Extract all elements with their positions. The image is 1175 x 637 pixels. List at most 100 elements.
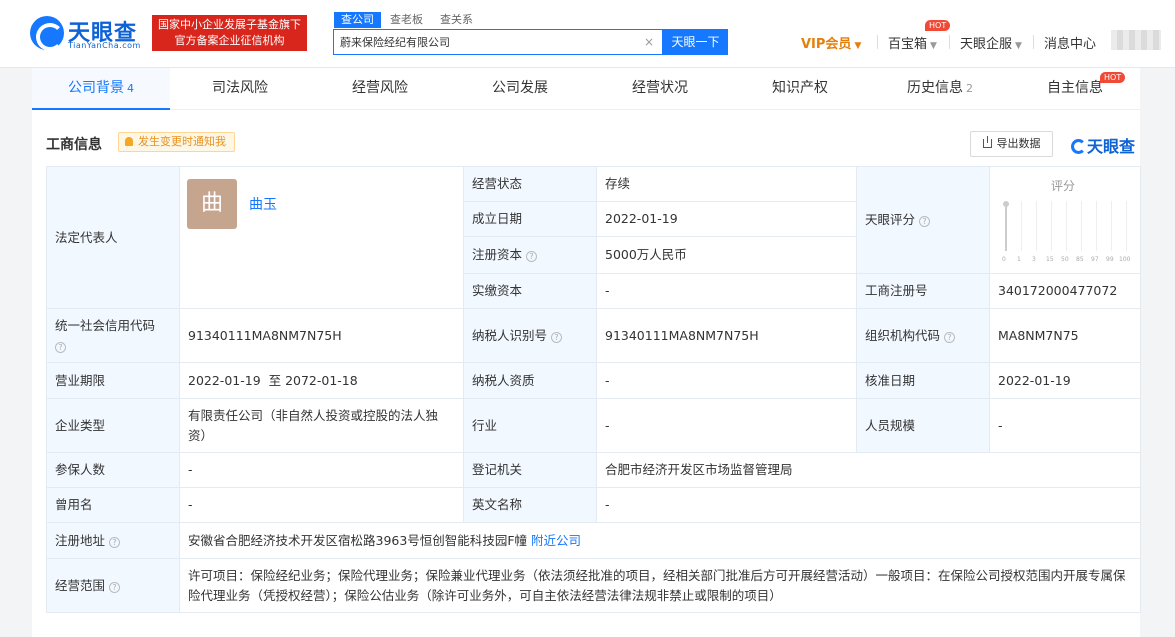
biz-reg-no-label: 工商注册号: [856, 273, 990, 309]
tick-label: 1: [1017, 256, 1021, 263]
vip-label: VIP会员: [801, 37, 852, 52]
tab-count: 2: [966, 82, 973, 95]
search-input[interactable]: [340, 30, 640, 54]
former-name-value: -: [179, 487, 464, 523]
help-icon[interactable]: ?: [944, 331, 956, 343]
label-text: 注册地址: [55, 532, 106, 548]
vip-menu[interactable]: VIP会员 ▼: [801, 33, 861, 52]
grid-line: [1021, 201, 1022, 251]
grid-line: [1036, 201, 1037, 251]
search-button[interactable]: 天眼一下: [663, 29, 728, 55]
tick-label: 0: [1002, 256, 1006, 263]
notify-change-button[interactable]: 发生变更时通知我: [118, 132, 235, 152]
help-icon[interactable]: ?: [919, 216, 931, 227]
reg-capital-label: 注册资本?: [463, 236, 597, 274]
caret-down-icon: ▼: [930, 41, 937, 51]
insured-value: -: [179, 452, 464, 488]
tab-business-status[interactable]: 经营状况: [590, 68, 730, 110]
caret-down-icon: ▼: [1015, 41, 1022, 51]
tab-label: 历史信息: [907, 80, 963, 96]
search-tab-company[interactable]: 查公司: [334, 12, 381, 28]
search-tab-boss[interactable]: 查老板: [390, 12, 423, 28]
paid-capital-value: -: [596, 273, 857, 309]
type-value: 有限责任公司（非自然人投资或控股的法人独资）: [179, 398, 464, 453]
tab-business-risk[interactable]: 经营风险: [310, 68, 450, 110]
notify-label: 发生变更时通知我: [138, 135, 226, 148]
term-label: 营业期限: [46, 362, 180, 399]
business-info-table: 法定代表人 经营状态 存续 天眼评分? 成立日期 2022-01-19 注册资本…: [46, 166, 1141, 613]
nearby-companies-link[interactable]: 附近公司: [531, 533, 581, 548]
staff-size-label: 人员规模: [856, 398, 990, 453]
label-text: 组织机构代码: [865, 327, 941, 343]
score-gauge: 0 1 3 15 50 85 97 99 100: [998, 201, 1131, 263]
gov-badge-line2: 官方备案企业征信机构: [174, 34, 285, 47]
avatar[interactable]: 曲: [187, 179, 237, 229]
tick-label: 85: [1076, 256, 1084, 263]
staff-size-value: -: [989, 398, 1141, 453]
user-avatar[interactable]: [1111, 30, 1161, 50]
grid-line: [1081, 201, 1082, 251]
tab-label: 经营状况: [632, 80, 688, 96]
tick-label: 100: [1119, 256, 1131, 263]
grid-line: [1066, 201, 1067, 251]
table-row: 曾用名 - 英文名称 -: [46, 487, 1141, 523]
baibaoxiang-label: 百宝箱: [888, 37, 928, 52]
search-box: ×: [333, 29, 663, 55]
scope-value: 许可项目：保险经纪业务；保险代理业务；保险兼业代理业务（依法须经批准的项目，经相…: [179, 558, 1141, 613]
address-cell: 安徽省合肥经济技术开发区宿松路3963号恒创智能科技园F幢 附近公司: [179, 522, 1141, 559]
label-text: 天眼评分: [865, 212, 916, 227]
label-text: 注册资本: [472, 247, 523, 262]
tick-label: 50: [1061, 256, 1069, 263]
help-icon[interactable]: ?: [55, 341, 66, 353]
message-center-link[interactable]: 消息中心: [1044, 33, 1096, 52]
help-icon[interactable]: ?: [551, 331, 563, 343]
divider: [877, 35, 878, 49]
export-data-button[interactable]: 导出数据: [970, 131, 1053, 157]
business-info-card: 工商信息 发生变更时通知我 导出数据 天眼查 法定代表人 经营状态 存续 天眼评…: [32, 110, 1141, 637]
section-title: 工商信息: [46, 137, 102, 153]
main-tabs: 公司背景 4 司法风险 经营风险 公司发展 经营状况 知识产权 历史信息 2 自主信…: [32, 68, 1140, 110]
help-icon[interactable]: ?: [109, 536, 121, 548]
logo-icon: [30, 16, 64, 51]
label-text: 纳税人识别号: [472, 327, 548, 343]
founded-label: 成立日期: [463, 201, 597, 237]
biz-reg-no-value: 340172000477072: [989, 273, 1141, 309]
score-title: 评分: [1050, 179, 1075, 193]
tab-history[interactable]: 历史信息 2: [870, 68, 1010, 110]
search-tab-relation[interactable]: 查关系: [440, 12, 473, 28]
brand-text: 天眼查: [1087, 137, 1136, 156]
type-label: 企业类型: [46, 398, 180, 453]
grid-line: [1096, 201, 1097, 251]
baibaoxiang-menu[interactable]: 百宝箱 ▼: [888, 33, 937, 52]
taxpayer-id-label: 纳税人识别号?: [463, 308, 597, 363]
tab-label: 知识产权: [772, 80, 828, 96]
taxpayer-qual-label: 纳税人资质: [463, 362, 597, 399]
tianyan-qifu-menu[interactable]: 天眼企服 ▼: [960, 33, 1022, 52]
reg-authority-value: 合肥市经济开发区市场监督管理局: [596, 452, 1141, 488]
tick-label: 97: [1091, 256, 1099, 263]
hot-badge: HOT: [925, 20, 951, 31]
help-icon[interactable]: ?: [109, 581, 121, 593]
tab-label: 自主信息: [1047, 80, 1103, 96]
logo-icon: [1071, 139, 1086, 154]
tab-intellectual-property[interactable]: 知识产权: [730, 68, 870, 110]
grid-line: [1126, 201, 1127, 251]
credit-code-value: 91340111MA8NM7N75H: [179, 308, 464, 363]
clear-icon[interactable]: ×: [644, 35, 654, 49]
gov-badge-line1: 国家中小企业发展子基金旗下: [158, 18, 301, 31]
table-row: 经营范围? 许可项目：保险经纪业务；保险代理业务；保险兼业代理业务（依法须经批准…: [46, 558, 1141, 613]
reg-capital-value: 5000万人民币: [596, 236, 857, 274]
tab-company-background[interactable]: 公司背景 4: [32, 68, 170, 110]
help-icon[interactable]: ?: [526, 251, 538, 262]
tab-legal-risk[interactable]: 司法风险: [170, 68, 310, 110]
address-value: 安徽省合肥经济技术开发区宿松路3963号恒创智能科技园F幢: [188, 532, 528, 548]
grid-line: [1051, 201, 1052, 251]
legal-rep-name-link[interactable]: 曲玉: [249, 194, 277, 214]
insured-label: 参保人数: [46, 452, 180, 488]
tick-label: 15: [1046, 256, 1054, 263]
tab-company-development[interactable]: 公司发展: [450, 68, 590, 110]
tab-count: 4: [127, 82, 134, 95]
table-row: 注册地址? 安徽省合肥经济技术开发区宿松路3963号恒创智能科技园F幢 附近公司: [46, 522, 1141, 559]
taxpayer-id-value: 91340111MA8NM7N75H: [596, 308, 857, 363]
tianyancha-logo[interactable]: 天眼查 TianYanCha.com: [30, 14, 148, 54]
